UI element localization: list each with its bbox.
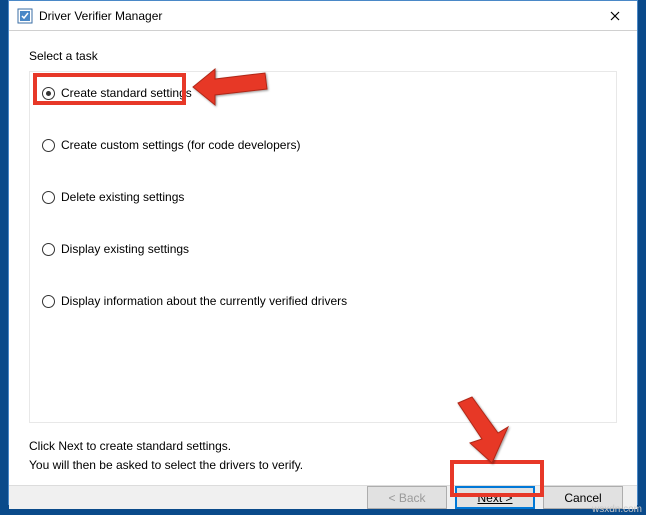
radio-icon (42, 87, 55, 100)
radio-icon (42, 295, 55, 308)
radio-icon (42, 191, 55, 204)
radio-label: Display existing settings (61, 242, 189, 256)
option-create-standard[interactable]: Create standard settings (42, 86, 604, 100)
radio-label: Delete existing settings (61, 190, 184, 204)
task-label: Select a task (29, 49, 617, 63)
radio-label: Create standard settings (61, 86, 192, 100)
hint-line1: Click Next to create standard settings. (29, 437, 617, 456)
next-button[interactable]: Next > (455, 486, 535, 509)
dialog-window: Driver Verifier Manager Select a task Cr… (8, 0, 638, 505)
window-title: Driver Verifier Manager (39, 9, 592, 23)
hint-line2: You will then be asked to select the dri… (29, 456, 617, 475)
watermark: wsxdn.com (592, 504, 642, 515)
content-area: Select a task Create standard settings C… (9, 31, 637, 485)
radio-icon (42, 243, 55, 256)
radio-icon (42, 139, 55, 152)
option-create-custom[interactable]: Create custom settings (for code develop… (42, 138, 604, 152)
option-delete-existing[interactable]: Delete existing settings (42, 190, 604, 204)
option-display-info[interactable]: Display information about the currently … (42, 294, 604, 308)
button-bar: < Back Next > Cancel (9, 485, 637, 509)
radio-label: Create custom settings (for code develop… (61, 138, 300, 152)
hint-text: Click Next to create standard settings. … (29, 437, 617, 475)
option-display-existing[interactable]: Display existing settings (42, 242, 604, 256)
radio-label: Display information about the currently … (61, 294, 347, 308)
back-button: < Back (367, 486, 447, 509)
titlebar: Driver Verifier Manager (9, 1, 637, 31)
close-button[interactable] (592, 1, 637, 30)
app-icon (17, 8, 33, 24)
options-panel: Create standard settings Create custom s… (29, 71, 617, 423)
